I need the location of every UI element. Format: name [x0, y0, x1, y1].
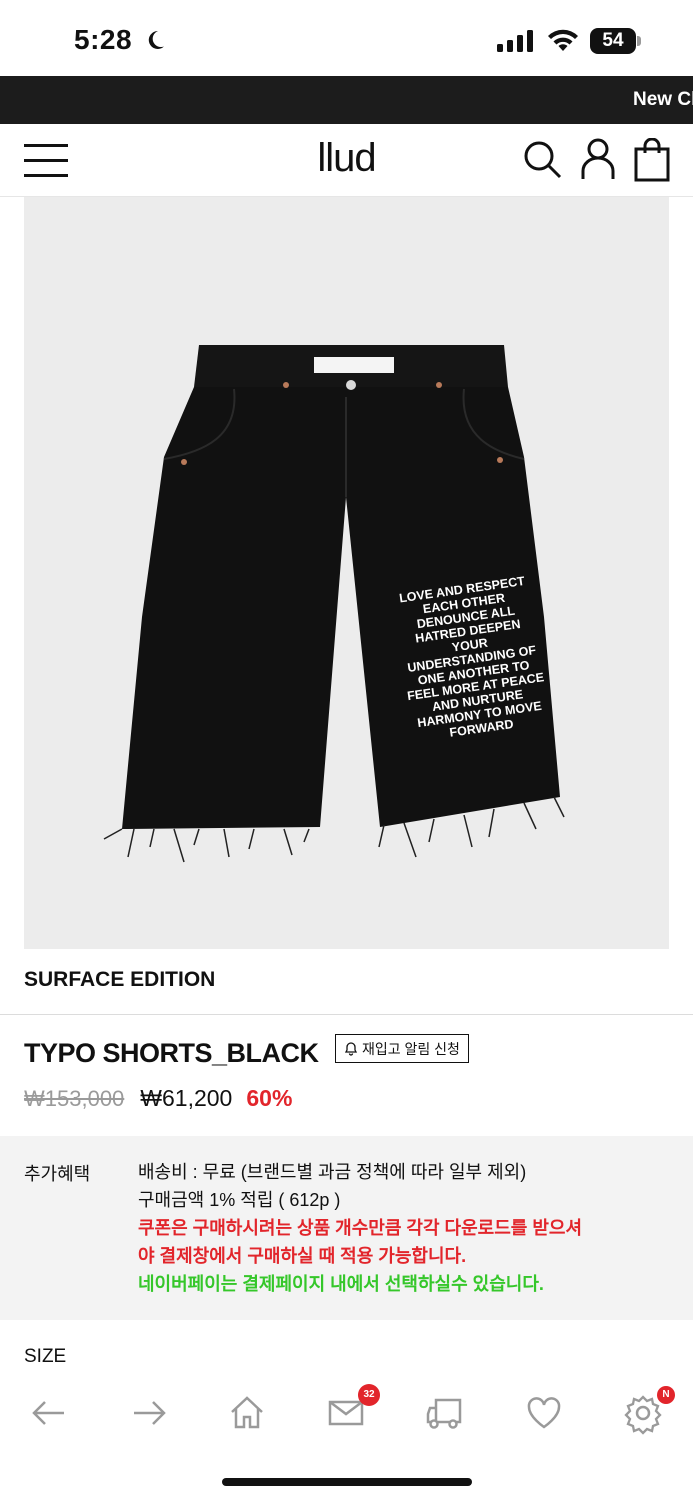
- discount-rate: 60%: [246, 1085, 293, 1111]
- settings-badge: N: [657, 1386, 675, 1404]
- mail-icon[interactable]: 32: [321, 1384, 380, 1438]
- coupon-notice-line-2: 야 결제창에서 구매하실 때 적용 가능합니다.: [138, 1246, 467, 1266]
- shopping-bag-icon[interactable]: [634, 138, 670, 182]
- brand-name[interactable]: SURFACE EDITION: [24, 968, 215, 992]
- restock-alert-button[interactable]: 재입고 알림 신청: [335, 1034, 469, 1063]
- battery-level: 54: [590, 28, 636, 54]
- home-icon[interactable]: [222, 1388, 272, 1438]
- wifi-icon: [548, 29, 578, 51]
- size-label: SIZE: [24, 1346, 67, 1367]
- restock-alert-label: 재입고 알림 신청: [362, 1040, 460, 1057]
- mail-badge: 32: [358, 1384, 380, 1406]
- status-time: 5:28: [74, 24, 133, 55]
- divider: [0, 1014, 693, 1015]
- product-image[interactable]: LOVE AND RESPECT EACH OTHER DENOUNCE ALL…: [24, 197, 669, 949]
- forward-arrow-icon[interactable]: [124, 1388, 174, 1438]
- shorts-illustration: LOVE AND RESPECT EACH OTHER DENOUNCE ALL…: [103, 345, 565, 863]
- original-price: ₩153,000: [24, 1086, 125, 1111]
- bottom-navigation: 32 N: [0, 1380, 693, 1450]
- battery-indicator: 54: [590, 28, 642, 54]
- user-account-icon[interactable]: [580, 138, 616, 180]
- status-bar: 5:28 54: [0, 0, 693, 76]
- points-text: 구매금액 1% 적립 ( 612p ): [138, 1190, 341, 1210]
- sale-price: ₩61,200: [140, 1085, 233, 1111]
- truck-icon[interactable]: [420, 1388, 470, 1438]
- bell-icon: [344, 1041, 358, 1056]
- announcement-text: New Cl: [633, 89, 693, 110]
- shipping-fee-text: 배송비 : 무료 (브랜드별 과금 정책에 따라 일부 제외): [138, 1162, 527, 1182]
- benefits-label: 추가혜택: [24, 1164, 91, 1184]
- back-arrow-icon[interactable]: [24, 1388, 74, 1438]
- search-icon[interactable]: [522, 140, 562, 180]
- extra-benefits-panel: 추가혜택 배송비 : 무료 (브랜드별 과금 정책에 따라 일부 제외) 구매금…: [0, 1136, 693, 1320]
- cellular-signal-icon: [497, 30, 533, 52]
- product-title: TYPO SHORTS_BLACK: [24, 1038, 319, 1068]
- site-header: llud: [0, 124, 693, 197]
- heart-icon[interactable]: [519, 1388, 569, 1438]
- moon-icon: [148, 30, 164, 49]
- price-row: ₩153,000 ₩61,200 60%: [24, 1085, 292, 1112]
- naverpay-notice: 네이버페이는 결제페이지 내에서 선택하실수 있습니다.: [138, 1274, 544, 1294]
- gear-icon[interactable]: N: [618, 1386, 675, 1438]
- home-indicator: [222, 1478, 472, 1486]
- announcement-bar[interactable]: New Cl: [0, 76, 693, 124]
- coupon-notice-line-1: 쿠폰은 구매하시려는 상품 개수만큼 각각 다운로드를 받으셔: [138, 1218, 583, 1238]
